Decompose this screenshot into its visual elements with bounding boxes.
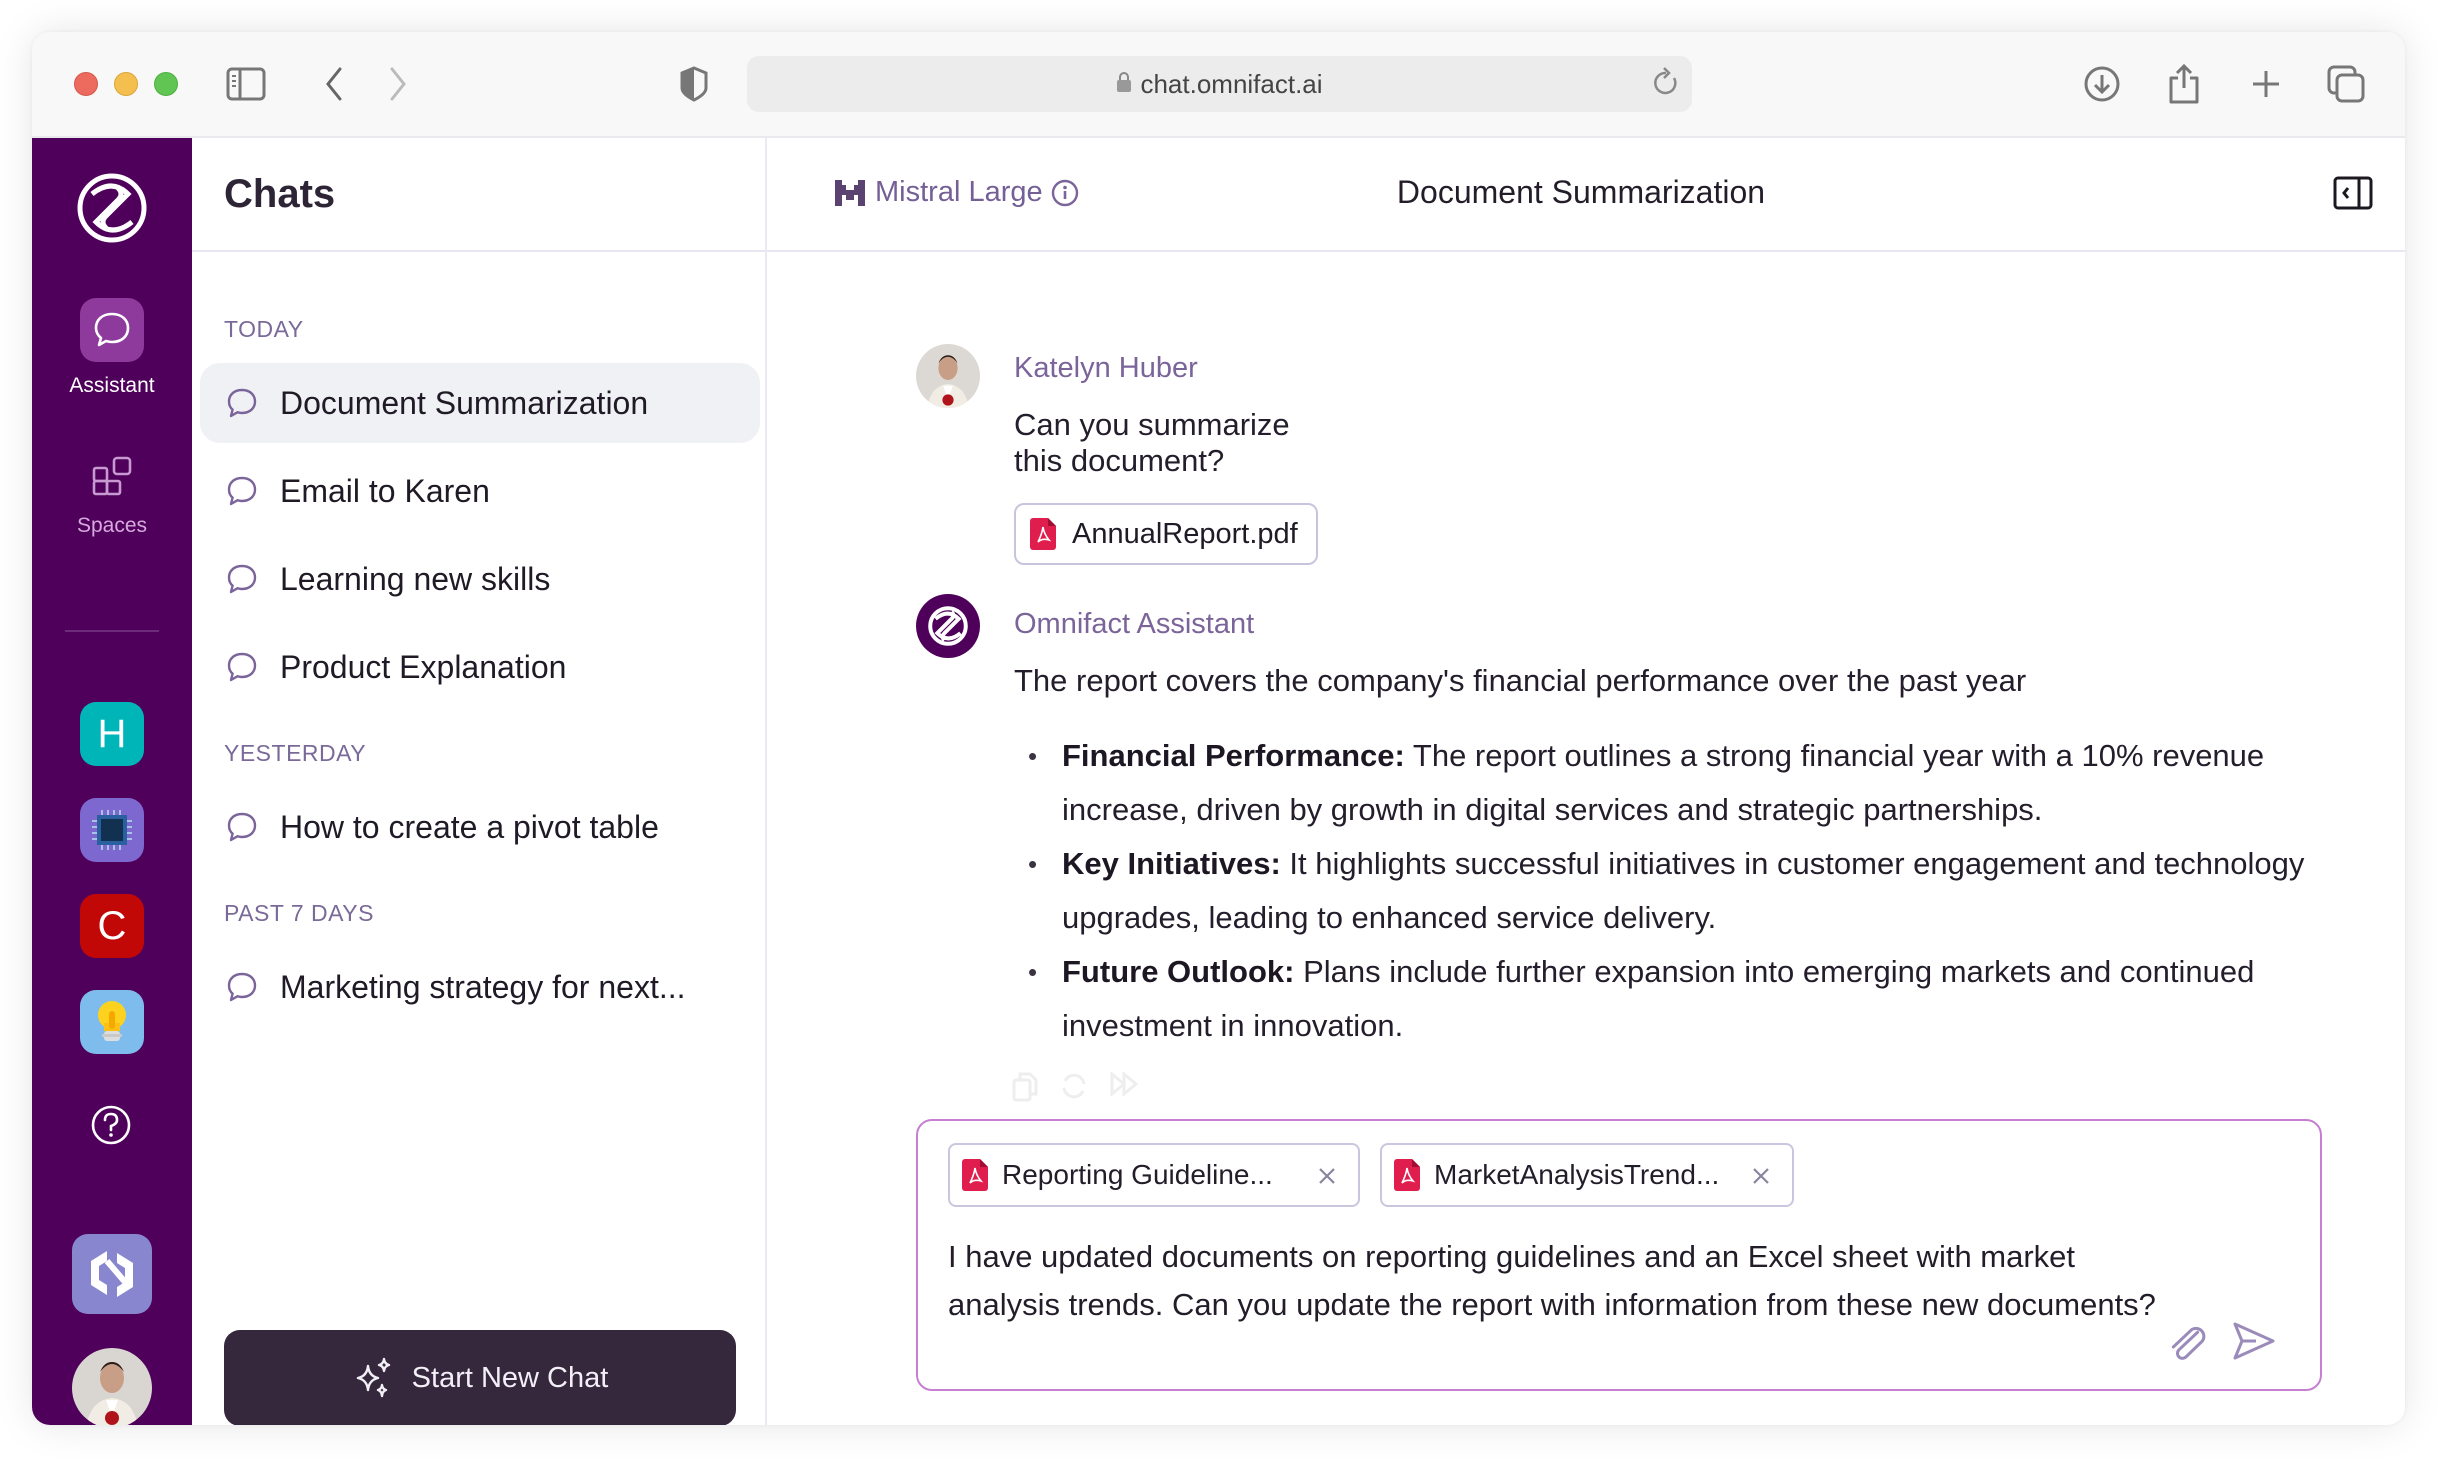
forward-icon[interactable]: [376, 62, 420, 106]
rail-label-assistant: Assistant: [69, 374, 155, 397]
chat-bubble-icon: [227, 476, 257, 506]
message-composer: Reporting Guideline... MarketAnalysisTre…: [916, 1119, 2322, 1391]
chat-list-panel: Chats TODAY Document Summarization Email…: [192, 138, 767, 1425]
spaces-grid-icon: [92, 456, 132, 496]
chat-bubble-icon: [94, 312, 130, 347]
summary-item: Key Initiatives: It highlights successfu…: [1014, 837, 2314, 945]
tab-overview-icon[interactable]: [2324, 62, 2368, 106]
copy-icon[interactable]: [1012, 1072, 1038, 1102]
regenerate-icon[interactable]: [1060, 1072, 1088, 1100]
chat-item[interactable]: Learning new skills: [200, 539, 760, 619]
url-text: chat.omnifact.ai: [1140, 68, 1323, 99]
browser-window: chat.omnifact.ai Assistant Spaces H C Ch…: [32, 32, 2405, 1425]
share-icon[interactable]: [2162, 62, 2206, 106]
chat-bubble-icon: [227, 652, 257, 682]
chat-bubble-icon: [227, 972, 257, 1002]
app-rail: Assistant Spaces H C: [32, 138, 192, 1425]
assistant-message-body: Omnifact Assistant The report covers the…: [1014, 608, 2314, 1053]
attachment-chip[interactable]: AnnualReport.pdf: [1014, 503, 1318, 565]
rail-tile-spaces: [80, 444, 144, 508]
chip-icon: [92, 810, 132, 850]
rail-item-spaces[interactable]: Spaces: [32, 444, 192, 538]
close-window-button[interactable]: [74, 72, 98, 96]
message-actions: [1012, 1072, 1140, 1102]
chat-item[interactable]: Document Summarization: [200, 363, 760, 443]
chat-header: Mistral Large Document Summarization: [767, 138, 2405, 252]
minimize-window-button[interactable]: [114, 72, 138, 96]
remove-attachment-icon[interactable]: [1746, 1161, 1776, 1191]
address-bar[interactable]: chat.omnifact.ai: [747, 56, 1692, 112]
back-icon[interactable]: [312, 62, 356, 106]
send-icon[interactable]: [2232, 1321, 2276, 1366]
attach-file-icon[interactable]: [2166, 1321, 2210, 1370]
chat-main: Mistral Large Document Summarization Kat…: [767, 138, 2405, 1425]
privacy-shield-icon[interactable]: [672, 62, 716, 106]
chat-item[interactable]: Product Explanation: [200, 627, 760, 707]
sparkles-icon: [356, 1357, 390, 1398]
sidebar-toggle-icon[interactable]: [224, 62, 268, 106]
chat-item[interactable]: How to create a pivot table: [200, 787, 760, 867]
new-tab-icon[interactable]: [2244, 62, 2288, 106]
summary-item: Financial Performance: The report outlin…: [1014, 729, 2314, 837]
user-avatar[interactable]: [72, 1348, 152, 1425]
browser-toolbar: chat.omnifact.ai: [32, 32, 2405, 138]
section-label-today: TODAY: [224, 316, 304, 342]
space-tile-chip[interactable]: [80, 798, 144, 862]
reload-icon[interactable]: [1652, 66, 1680, 105]
pdf-file-icon: [1394, 1159, 1420, 1191]
space-tile-lightbulb[interactable]: [80, 990, 144, 1054]
continue-icon[interactable]: [1110, 1072, 1140, 1096]
downloads-icon[interactable]: [2080, 62, 2124, 106]
user-message-avatar: [916, 344, 980, 408]
lightbulb-icon: [98, 1001, 126, 1041]
remove-attachment-icon[interactable]: [1312, 1161, 1342, 1191]
lock-icon: [1116, 71, 1132, 98]
omnifact-logo[interactable]: [76, 172, 148, 244]
composer-attachment-chip[interactable]: MarketAnalysisTrend...: [1380, 1143, 1794, 1207]
message-author: Katelyn Huber: [1014, 352, 1198, 384]
chat-item[interactable]: Email to Karen: [200, 451, 760, 531]
rail-item-assistant[interactable]: Assistant: [32, 298, 192, 398]
space-tile-h[interactable]: H: [80, 702, 144, 766]
user-message-body: Katelyn Huber Can you summarize this doc…: [1014, 352, 1318, 565]
attachment-name: Reporting Guideline...: [1002, 1159, 1273, 1190]
assistant-avatar: [916, 594, 980, 658]
pdf-file-icon: [962, 1159, 988, 1191]
attachment-name: AnnualReport.pdf: [1072, 517, 1298, 550]
message-intro: The report covers the company's financia…: [1014, 663, 2027, 698]
rail-label-spaces: Spaces: [76, 514, 148, 537]
attachment-name: MarketAnalysisTrend...: [1434, 1159, 1720, 1190]
chat-item[interactable]: Marketing strategy for next...: [200, 947, 760, 1027]
space-tile-c[interactable]: C: [80, 894, 144, 958]
rail-divider: [65, 630, 159, 632]
message-text: Can you summarize this document?: [1014, 407, 1290, 478]
summary-item: Future Outlook: Plans include further ex…: [1014, 945, 2314, 1053]
section-label-yesterday: YESTERDAY: [224, 740, 367, 766]
collapse-panel-icon[interactable]: [2333, 176, 2373, 215]
help-icon[interactable]: [90, 1104, 132, 1146]
chat-bubble-icon: [227, 812, 257, 842]
summary-list: Financial Performance: The report outlin…: [1014, 729, 2314, 1053]
pdf-file-icon: [1030, 518, 1056, 550]
chat-bubble-icon: [227, 564, 257, 594]
composer-attachment-chip[interactable]: Reporting Guideline...: [948, 1143, 1360, 1207]
hexagon-app-icon: [91, 1251, 133, 1297]
chat-title: Document Summarization: [1396, 174, 1766, 210]
chat-list-title: Chats: [224, 171, 336, 216]
message-author: Omnifact Assistant: [1014, 608, 1255, 640]
start-new-chat-button[interactable]: Start New Chat: [224, 1330, 736, 1425]
integrations-app-tile[interactable]: [72, 1234, 152, 1314]
message-input[interactable]: I have updated documents on reporting gu…: [948, 1233, 2168, 1383]
rail-tile-assistant: [80, 298, 144, 362]
section-label-past-7-days: PAST 7 DAYS: [224, 900, 374, 926]
zoom-window-button[interactable]: [154, 72, 178, 96]
space-letter: H: [97, 711, 127, 756]
chat-list-header: Chats: [192, 138, 765, 252]
chat-bubble-icon: [227, 388, 257, 418]
space-letter: C: [97, 903, 127, 948]
start-new-chat-label: Start New Chat: [411, 1361, 609, 1394]
